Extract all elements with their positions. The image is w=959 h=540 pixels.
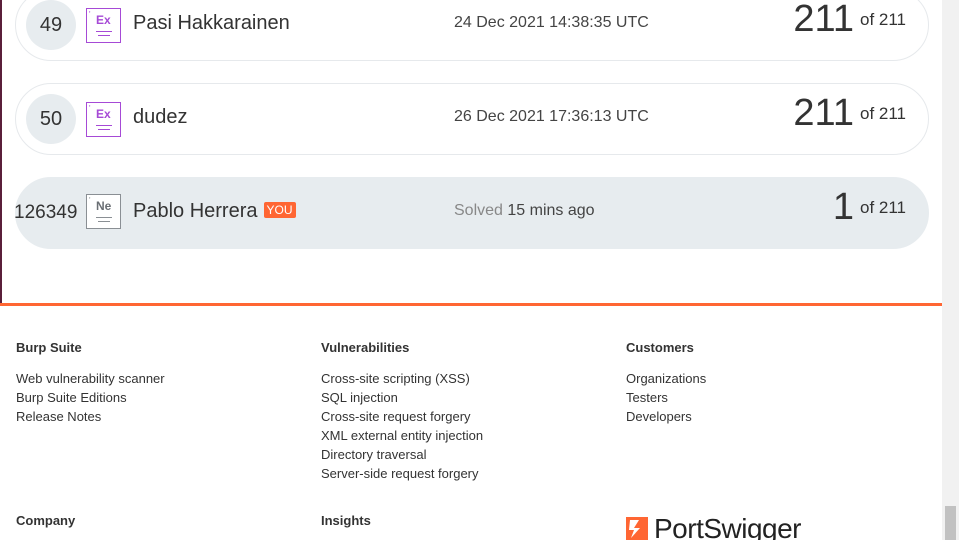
- footer-heading-insights: Insights: [321, 513, 371, 528]
- footer-link[interactable]: Web vulnerability scanner: [16, 369, 165, 388]
- footer-link[interactable]: Directory traversal: [321, 445, 483, 464]
- score-value: 211: [793, 0, 854, 40]
- footer-link[interactable]: Release Notes: [16, 407, 165, 426]
- footer-heading-company: Company: [16, 513, 76, 528]
- leaderboard-row: 50 ' Ex dudez 26 Dec 2021 17:36:13 UTC 21…: [15, 83, 929, 155]
- footer-link[interactable]: XML external entity injection: [321, 426, 483, 445]
- portswigger-logo-icon: [626, 517, 648, 540]
- current-user-row: 126349 ' Ne Pablo Herrera YOU Solved 15 mi…: [14, 177, 929, 249]
- footer-link[interactable]: Burp Suite Editions: [16, 388, 165, 407]
- solved-label: Solved: [454, 202, 503, 219]
- footer-link[interactable]: SQL injection: [321, 388, 483, 407]
- leaderboard-row: 49 ' Ex Pasi Hakkarainen 24 Dec 2021 14:3…: [15, 0, 929, 61]
- score-total: of 211: [859, 9, 906, 29]
- user-name[interactable]: Pasi Hakkarainen: [133, 12, 290, 35]
- logo-wordmark: PortSwigger: [654, 513, 802, 540]
- expert-level-icon: ' Ex: [86, 8, 121, 43]
- footer-column-customers: Customers Organizations Testers Develope…: [626, 340, 706, 426]
- user-name[interactable]: dudez: [133, 106, 188, 129]
- score: 211 of 211: [793, 92, 906, 135]
- score: 211 of 211: [793, 0, 906, 41]
- score-value: 211: [793, 92, 854, 134]
- score-total: of 211: [859, 103, 906, 123]
- footer-heading: Burp Suite: [16, 340, 82, 355]
- footer-heading: Vulnerabilities: [321, 340, 410, 355]
- footer-heading: Customers: [626, 340, 694, 355]
- rank-number: 126349: [14, 202, 78, 223]
- footer-link[interactable]: Cross-site request forgery: [321, 407, 483, 426]
- expert-level-icon: ' Ex: [86, 102, 121, 137]
- you-badge: YOU: [263, 202, 296, 218]
- score: 1 of 211: [833, 186, 906, 229]
- rank-circle: 49: [26, 0, 76, 50]
- footer-link[interactable]: Organizations: [626, 369, 706, 388]
- score-total: of 211: [859, 197, 906, 217]
- scrollbar-thumb[interactable]: [945, 506, 956, 540]
- solved-status: Solved 15 mins ago: [454, 202, 595, 220]
- vertical-scrollbar[interactable]: [942, 0, 959, 540]
- left-border: [0, 0, 2, 305]
- footer-link[interactable]: Server-side request forgery: [321, 464, 483, 483]
- footer-column-vulnerabilities: Vulnerabilities Cross-site scripting (XS…: [321, 340, 483, 483]
- rank-circle: 50: [26, 94, 76, 144]
- footer-link[interactable]: Developers: [626, 407, 706, 426]
- footer-divider: [0, 303, 942, 306]
- solved-date: 24 Dec 2021 14:38:35 UTC: [454, 14, 649, 31]
- footer-link[interactable]: Testers: [626, 388, 706, 407]
- user-name-text: Pablo Herrera: [133, 200, 258, 222]
- footer-link[interactable]: Cross-site scripting (XSS): [321, 369, 483, 388]
- portswigger-logo[interactable]: PortSwigger: [626, 513, 802, 540]
- footer-column-burp-suite: Burp Suite Web vulnerability scanner Bur…: [16, 340, 165, 426]
- solved-time: 15 mins ago: [507, 202, 595, 219]
- score-value: 1: [832, 186, 854, 228]
- novice-level-icon: ' Ne: [86, 194, 121, 229]
- solved-date: 26 Dec 2021 17:36:13 UTC: [454, 108, 649, 125]
- user-name[interactable]: Pablo Herrera YOU: [133, 200, 296, 223]
